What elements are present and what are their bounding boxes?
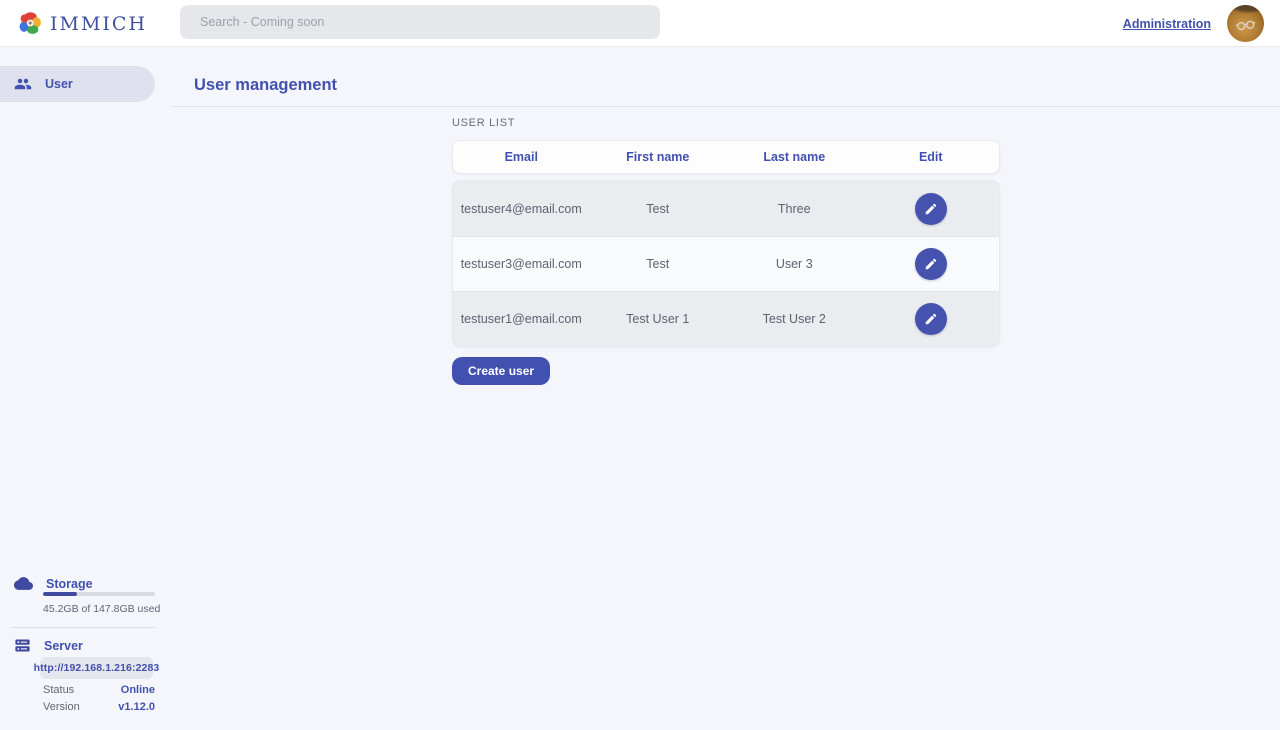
edit-user-button[interactable] [915, 248, 947, 280]
sidebar-item-label: User [45, 77, 73, 91]
cell-last-name: Three [726, 202, 863, 216]
administration-link[interactable]: Administration [1123, 17, 1211, 31]
edit-user-button[interactable] [915, 193, 947, 225]
table-row: testuser3@email.com Test User 3 [453, 236, 999, 291]
cell-email: testuser4@email.com [453, 202, 590, 216]
cloud-icon [14, 574, 33, 593]
pencil-icon [924, 312, 938, 326]
storage-usage-text: 45.2GB of 147.8GB used [43, 603, 160, 615]
edit-user-button[interactable] [915, 303, 947, 335]
title-divider [171, 106, 1280, 107]
topbar-right-group: Administration [1123, 0, 1264, 47]
storage-title: Storage [46, 577, 93, 591]
search-input[interactable] [180, 5, 660, 39]
table-row: testuser1@email.com Test User 1 Test Use… [453, 291, 999, 346]
status-label: Status [43, 684, 74, 696]
glasses-icon [1233, 12, 1259, 38]
cell-last-name: User 3 [726, 257, 863, 271]
cell-email: testuser3@email.com [453, 257, 590, 271]
pencil-icon [924, 257, 938, 271]
immich-logo[interactable]: IMMICH [18, 0, 147, 47]
column-header-first-name: First name [590, 141, 727, 173]
server-title: Server [44, 639, 83, 653]
version-value: v1.12.0 [118, 701, 155, 713]
column-header-last-name: Last name [726, 141, 863, 173]
column-header-edit: Edit [863, 141, 1000, 173]
version-label: Version [43, 701, 80, 713]
cell-first-name: Test User 1 [590, 312, 727, 326]
user-avatar[interactable] [1227, 5, 1264, 42]
server-version-row: Version v1.12.0 [43, 701, 155, 713]
logo-wordmark: IMMICH [50, 13, 147, 35]
cell-first-name: Test [590, 257, 727, 271]
sidebar-divider [11, 627, 155, 628]
admin-sidebar: User Storage 45.2GB of 147.8GB used Serv… [0, 47, 171, 730]
status-value: Online [121, 684, 155, 696]
immich-flower-icon [18, 11, 43, 36]
sidebar-item-user[interactable]: User [0, 66, 155, 102]
storage-progress-fill [43, 592, 77, 596]
storage-section-header: Storage [14, 574, 93, 593]
user-table-body: testuser4@email.com Test Three testuser3… [452, 180, 1000, 347]
server-section-header: Server [14, 637, 83, 654]
page-title: User management [194, 76, 337, 95]
server-icon [14, 637, 31, 654]
storage-progress-track [43, 592, 155, 596]
cell-last-name: Test User 2 [726, 312, 863, 326]
users-icon [14, 75, 32, 93]
server-status-row: Status Online [43, 684, 155, 696]
create-user-button[interactable]: Create user [452, 357, 550, 385]
cell-first-name: Test [590, 202, 727, 216]
top-navigation-bar: IMMICH Administration [0, 0, 1280, 47]
server-url-pill: http://192.168.1.216:2283 [40, 657, 153, 679]
user-list-label: USER LIST [452, 117, 515, 129]
column-header-email: Email [453, 141, 590, 173]
cell-email: testuser1@email.com [453, 312, 590, 326]
pencil-icon [924, 202, 938, 216]
table-row: testuser4@email.com Test Three [453, 181, 999, 236]
user-table-header: Email First name Last name Edit [452, 140, 1000, 174]
